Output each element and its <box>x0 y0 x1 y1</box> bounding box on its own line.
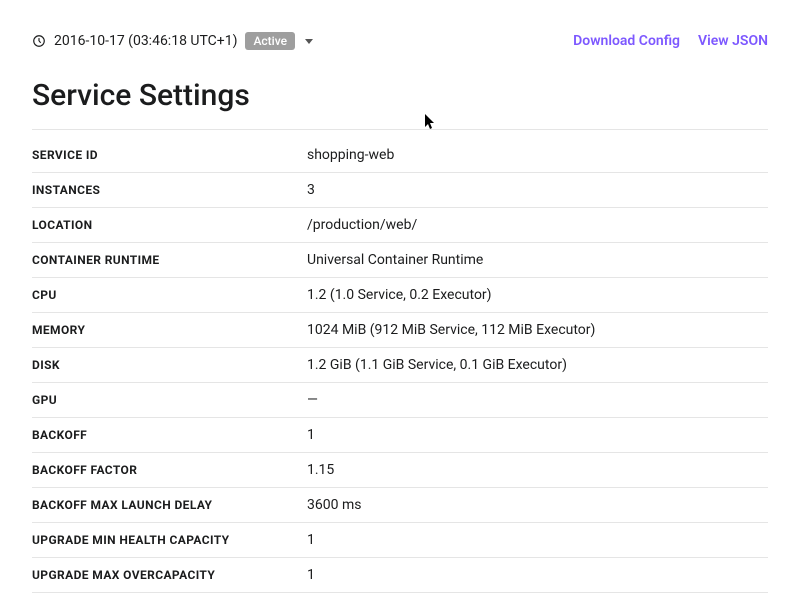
settings-row: Location/production/web/ <box>32 208 768 243</box>
settings-label: Container Runtime <box>32 253 307 267</box>
header-left: 2016-10-17 (03:46:18 UTC+1) Active <box>32 32 313 50</box>
settings-value: 1.2 GiB (1.1 GiB Service, 0.1 GiB Execut… <box>307 357 567 373</box>
settings-row: Upgrade Max Overcapacity1 <box>32 558 768 593</box>
settings-value: shopping-web <box>307 147 394 163</box>
status-badge: Active <box>245 32 295 50</box>
settings-label: CPU <box>32 288 307 302</box>
settings-value: 3600 ms <box>307 497 361 513</box>
settings-row: Memory1024 MiB (912 MiB Service, 112 MiB… <box>32 313 768 348</box>
settings-label: Memory <box>32 323 307 337</box>
chevron-down-icon[interactable] <box>305 39 313 44</box>
settings-row: Backoff Max Launch Delay3600 ms <box>32 488 768 523</box>
settings-value: — <box>307 392 318 408</box>
settings-row: CPU1.2 (1.0 Service, 0.2 Executor) <box>32 278 768 313</box>
header-right: Download Config View JSON <box>573 33 768 49</box>
timestamp: 2016-10-17 (03:46:18 UTC+1) <box>54 33 237 49</box>
page-title: Service Settings <box>32 78 768 130</box>
settings-label: Service ID <box>32 148 307 162</box>
settings-row: Instances3 <box>32 173 768 208</box>
settings-label: Location <box>32 218 307 232</box>
settings-table: Service IDshopping-webInstances3Location… <box>32 138 768 593</box>
settings-row: GPU— <box>32 383 768 418</box>
settings-value: 1.15 <box>307 462 334 478</box>
settings-value: Universal Container Runtime <box>307 252 483 268</box>
settings-label: GPU <box>32 393 307 407</box>
view-json-link[interactable]: View JSON <box>698 33 768 49</box>
settings-label: Backoff Max Launch Delay <box>32 498 307 512</box>
settings-row: Backoff Factor1.15 <box>32 453 768 488</box>
settings-row: Disk1.2 GiB (1.1 GiB Service, 0.1 GiB Ex… <box>32 348 768 383</box>
settings-label: Instances <box>32 183 307 197</box>
settings-label: Disk <box>32 358 307 372</box>
settings-label: Backoff <box>32 428 307 442</box>
settings-value: /production/web/ <box>307 217 417 233</box>
settings-row: Backoff1 <box>32 418 768 453</box>
settings-value: 1 <box>307 532 315 548</box>
settings-row: Service IDshopping-web <box>32 138 768 173</box>
settings-label: Upgrade Max Overcapacity <box>32 568 307 582</box>
settings-value: 1024 MiB (912 MiB Service, 112 MiB Execu… <box>307 322 595 338</box>
settings-value: 1 <box>307 427 315 443</box>
clock-icon <box>32 34 46 48</box>
settings-value: 3 <box>307 182 315 198</box>
download-config-link[interactable]: Download Config <box>573 33 680 49</box>
settings-row: Upgrade Min Health Capacity1 <box>32 523 768 558</box>
settings-value: 1 <box>307 567 315 583</box>
settings-label: Backoff Factor <box>32 463 307 477</box>
settings-row: Container RuntimeUniversal Container Run… <box>32 243 768 278</box>
header: 2016-10-17 (03:46:18 UTC+1) Active Downl… <box>32 32 768 50</box>
settings-label: Upgrade Min Health Capacity <box>32 533 307 547</box>
settings-value: 1.2 (1.0 Service, 0.2 Executor) <box>307 287 492 303</box>
